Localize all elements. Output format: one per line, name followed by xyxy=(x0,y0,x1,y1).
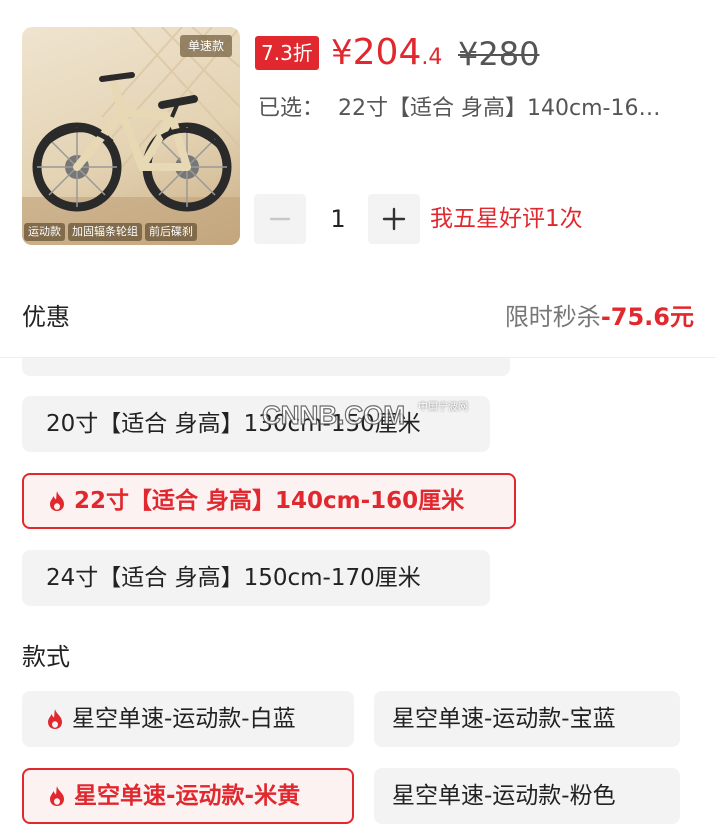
price-currency: ¥ xyxy=(331,33,353,73)
selected-variant-summary: 已选： 22寸【适合 身高】140cm-16… xyxy=(258,93,698,125)
size-option-label: 20寸【适合 身高】130cm-150厘米 xyxy=(46,411,421,437)
promo-type: 限时秒杀 xyxy=(504,303,601,331)
style-option-pink[interactable]: 星空单速-运动款-粉色 xyxy=(374,768,680,824)
quantity-value[interactable]: 1 xyxy=(318,194,358,244)
selected-value: 22寸【适合 身高】140cm-16… xyxy=(338,96,661,121)
plus-icon xyxy=(382,207,406,231)
review-reward-note: 我五星好评1次 xyxy=(430,206,583,232)
style-option-beige[interactable]: 星空单速-运动款-米黄 xyxy=(22,768,354,824)
price-decimal: .4 xyxy=(421,45,443,70)
current-price: ¥ 204 .4 xyxy=(331,31,442,80)
flame-icon xyxy=(50,491,64,511)
promo-value: 限时秒杀-75.6元 xyxy=(505,300,694,334)
style-option-royal-blue[interactable]: 星空单速-运动款-宝蓝 xyxy=(374,691,680,747)
image-tag-single-speed: 单速款 xyxy=(179,35,232,57)
size-option-label: 22寸【适合 身高】140cm-160厘米 xyxy=(74,488,465,514)
selected-label: 已选： xyxy=(258,96,325,121)
size-option-24[interactable]: 24寸【适合 身高】150cm-170厘米 xyxy=(22,550,490,606)
minus-icon xyxy=(269,217,291,221)
discount-badge: 7.3折 xyxy=(255,36,319,70)
promo-amount: -75.6元 xyxy=(600,303,694,331)
quantity-decrease-button[interactable] xyxy=(254,194,306,244)
product-thumbnail[interactable]: 单速款 运动款 加固辐条轮组 前后碟刹 xyxy=(22,27,240,245)
image-feature-tags: 运动款 加固辐条轮组 前后碟刹 xyxy=(24,223,197,241)
image-tag: 加固辐条轮组 xyxy=(68,223,142,241)
image-tag: 前后碟刹 xyxy=(145,223,197,241)
flame-icon xyxy=(48,709,62,729)
size-option-label: 24寸【适合 身高】150cm-170厘米 xyxy=(46,565,421,591)
original-price: ¥280 xyxy=(458,35,540,73)
promo-row[interactable]: 优惠 限时秒杀-75.6元 xyxy=(0,282,716,358)
promo-label: 优惠 xyxy=(22,303,70,331)
style-section-label: 款式 xyxy=(22,643,70,671)
style-option-label: 星空单速-运动款-粉色 xyxy=(392,783,616,809)
quantity-increase-button[interactable] xyxy=(368,194,420,244)
price-integer: 204 xyxy=(352,32,422,73)
size-option-20[interactable]: 20寸【适合 身高】130cm-150厘米 xyxy=(22,396,490,452)
style-option-label: 星空单速-运动款-米黄 xyxy=(74,783,301,809)
bicycle-image xyxy=(22,27,240,245)
style-option-label: 星空单速-运动款-白蓝 xyxy=(72,706,296,732)
size-option-22[interactable]: 22寸【适合 身高】140cm-160厘米 xyxy=(22,473,516,529)
image-tag: 运动款 xyxy=(24,223,65,241)
style-option-label: 星空单速-运动款-宝蓝 xyxy=(392,706,616,732)
style-option-white-blue[interactable]: 星空单速-运动款-白蓝 xyxy=(22,691,354,747)
flame-icon xyxy=(50,786,64,806)
